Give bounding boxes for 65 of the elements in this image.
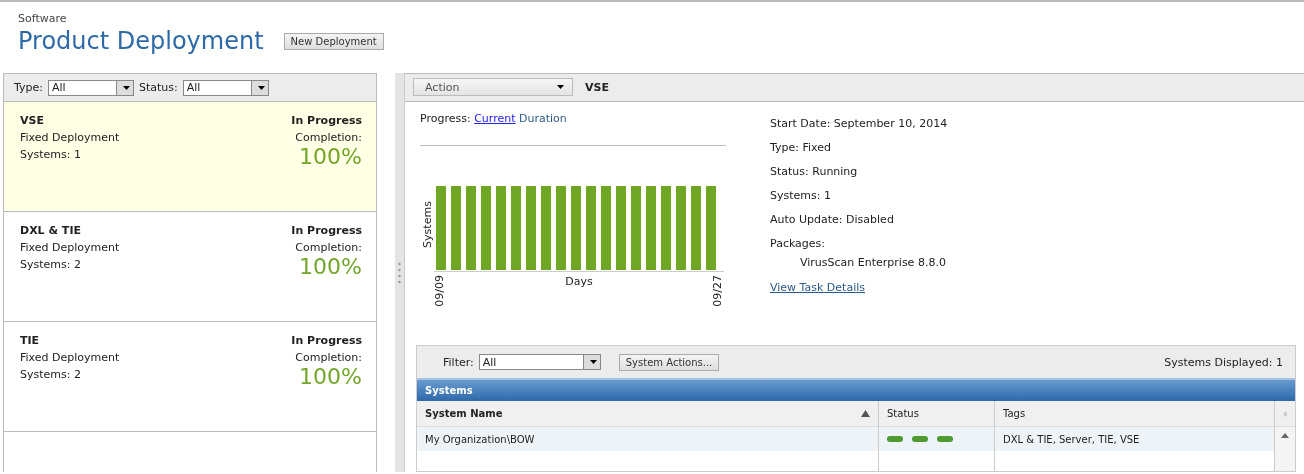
progress-view-link[interactable]: Duration [519, 111, 567, 125]
breadcrumb: Software [18, 12, 68, 25]
dropdown-arrow-icon [257, 85, 265, 90]
detail-line: Auto Update: Disabled [770, 211, 895, 228]
new-deployment-button[interactable]: New Deployment [283, 32, 384, 50]
column-header[interactable]: Status [879, 401, 995, 427]
system-actions-button[interactable]: System Actions... [618, 353, 720, 371]
detail-line: Start Date: September 10, 2014 [770, 115, 948, 132]
deployment-title: VSE [585, 80, 609, 94]
deployment-status: In Progress [291, 113, 362, 129]
view-task-details-link[interactable]: View Task Details [770, 280, 865, 294]
completion-percent: 100% [299, 146, 362, 168]
filter-dropdown[interactable]: All [182, 79, 269, 96]
detail-line: Status: Running [770, 163, 859, 180]
completion-label: Completion: [295, 240, 362, 256]
filter-dropdown[interactable]: All [48, 79, 134, 96]
deployment-card[interactable]: TIE Fixed Deployment Systems: 2 In Progress Completion: 100% [4, 322, 376, 432]
filter-dropdown[interactable]: All [478, 354, 601, 370]
deployment-type: Fixed Deployment [20, 130, 120, 146]
systems-count: Systems: 2 [20, 257, 82, 273]
detail-line: Packages: [770, 235, 827, 252]
deployment-card[interactable]: VSE Fixed Deployment Systems: 1 In Progress Completion: 100% [4, 102, 376, 212]
splitter-handle[interactable] [395, 73, 404, 472]
grip-dots-icon [398, 261, 401, 284]
completion-label: Completion: [295, 130, 362, 146]
detail-line: Systems: 1 [770, 187, 832, 204]
y-axis-label: Systems [420, 201, 434, 248]
deployment-status: In Progress [291, 223, 362, 239]
dropdown-arrow-icon [589, 360, 597, 364]
dropdown-arrow-icon [557, 85, 564, 90]
grid-title-bar: Systems [417, 378, 1295, 401]
x-axis-label: Days [565, 274, 593, 288]
status-progress-icon [887, 436, 955, 442]
deployment-card[interactable]: DXL & TIE Fixed Deployment Systems: 2 In Progress Completion: 100% [4, 212, 376, 322]
deployment-status: In Progress [291, 333, 362, 349]
column-header[interactable]: Tags [995, 401, 1275, 427]
systems-count: Systems: 2 [20, 367, 82, 383]
filter-label: Status: [139, 81, 178, 94]
x-axis-end-label: 09/27 [712, 274, 724, 307]
table-cell: DXL & TIE, Server, TIE, VSE [995, 427, 1275, 451]
deployment-name: VSE [20, 113, 45, 129]
page-title: Product Deployment [18, 27, 264, 55]
detail-line: Type: Fixed [770, 139, 832, 156]
column-menu-icon[interactable] [1283, 410, 1287, 417]
progress-label: Progress: [420, 111, 471, 125]
deployment-name: DXL & TIE [20, 223, 82, 239]
deployment-name: TIE [20, 333, 41, 349]
x-axis-start-label: 09/09 [434, 274, 446, 307]
column-header[interactable]: System Name [417, 401, 879, 427]
action-dropdown[interactable]: Action [413, 78, 573, 97]
progress-view-link[interactable]: Current [474, 111, 516, 125]
package-name: VirusScan Enterprise 8.8.0 [799, 255, 947, 270]
completion-percent: 100% [299, 256, 362, 278]
systems-displayed-count: Systems Displayed: 1 [1164, 355, 1283, 369]
table-cell: My Organization\BOW [417, 427, 879, 451]
filter-label: Filter: [443, 355, 474, 369]
scroll-up-icon[interactable] [1281, 433, 1289, 438]
completion-percent: 100% [299, 366, 362, 388]
systems-count: Systems: 1 [20, 147, 82, 163]
deployment-type: Fixed Deployment [20, 240, 120, 256]
sort-up-icon [861, 410, 870, 417]
completion-label: Completion: [295, 350, 362, 366]
deployment-type: Fixed Deployment [20, 350, 120, 366]
filter-label: Type: [14, 81, 43, 94]
dropdown-arrow-icon [123, 85, 130, 90]
